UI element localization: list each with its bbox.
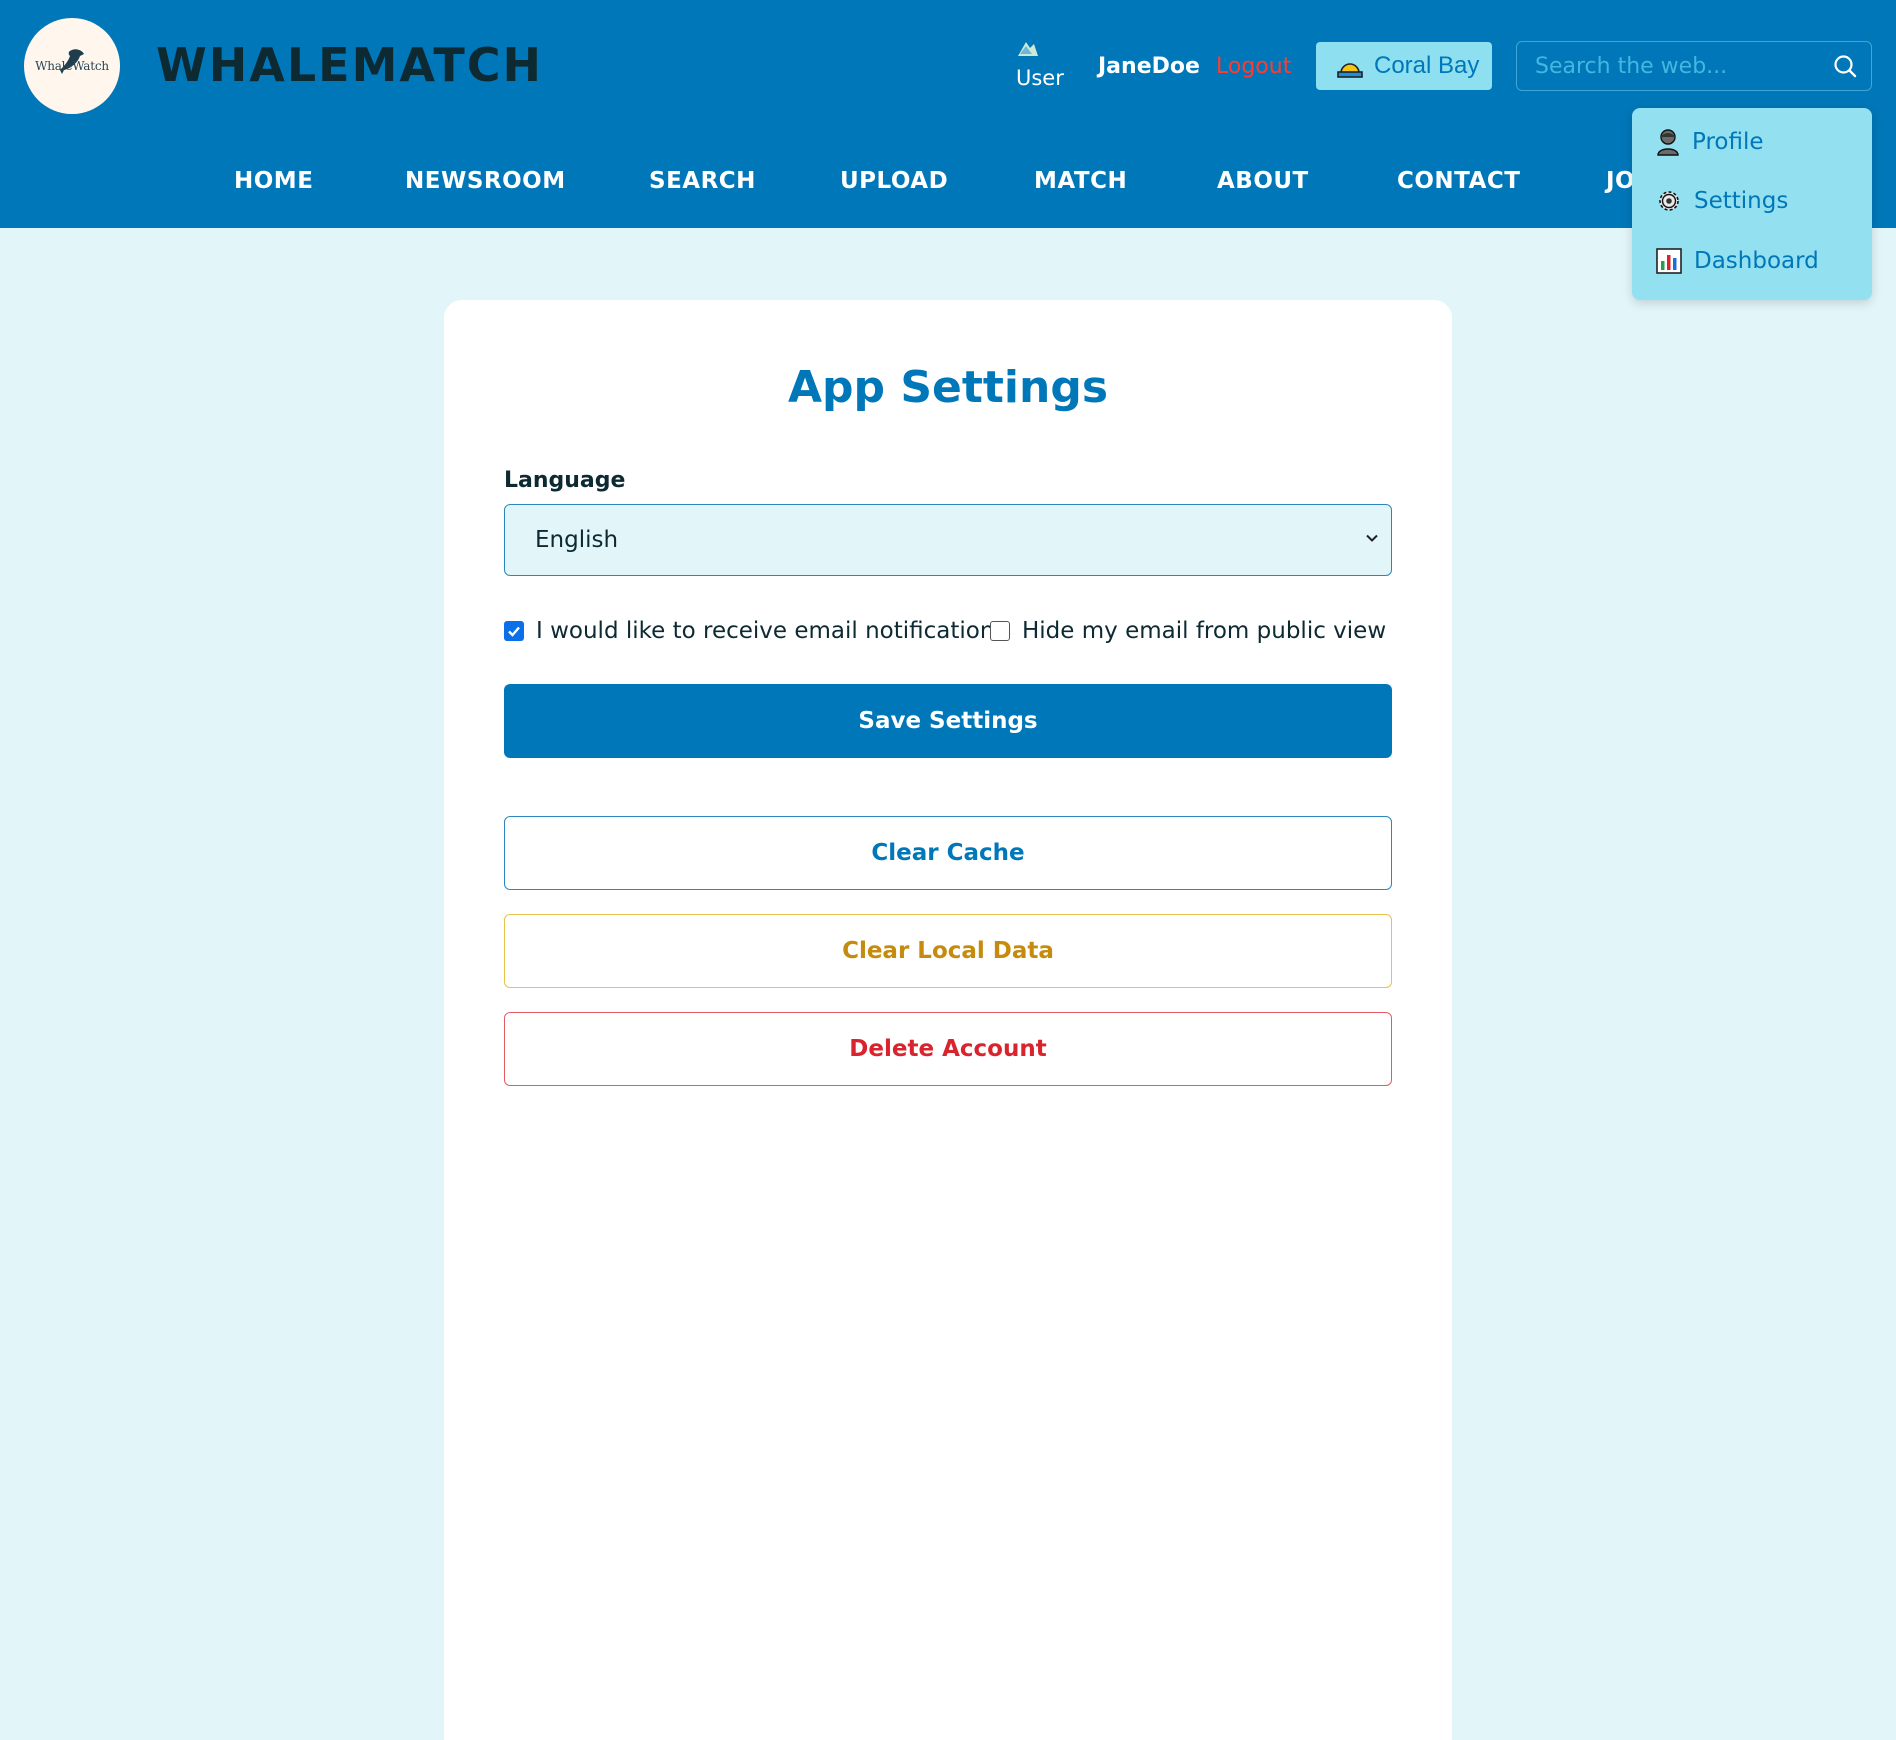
delete-account-button[interactable]: Delete Account [504,1012,1392,1086]
language-value: English [535,527,619,553]
gear-icon [1659,191,1679,211]
dropdown-item-settings[interactable]: Settings [1656,188,1788,214]
username: JaneDoe [1098,54,1200,79]
user-dropdown-menu: Profile Settings Dashboard [1632,108,1872,300]
dropdown-item-dashboard[interactable]: Dashboard [1656,248,1819,274]
nav-item-match[interactable]: MATCH [1034,168,1127,194]
logo[interactable]: WhaleWatch [24,18,120,114]
language-label: Language [504,468,626,493]
check-icon [508,626,520,637]
email-notifications-option: I would like to receive email notificati… [504,618,1006,644]
nav-item-search[interactable]: SEARCH [649,168,756,194]
nav-item-upload[interactable]: UPLOAD [840,168,948,194]
email-notifications-label: I would like to receive email notificati… [536,618,1007,644]
search-box [1516,41,1872,91]
search-icon[interactable] [1819,54,1871,78]
main-nav: HOME NEWSROOM SEARCH UPLOAD MATCH ABOUT … [0,160,1896,204]
hide-email-label: Hide my email from public view [1022,618,1387,644]
hide-email-checkbox[interactable] [990,621,1010,641]
location-label: Coral Bay [1374,52,1480,79]
dropdown-item-profile[interactable]: Profile [1656,128,1764,156]
language-select[interactable]: English [504,504,1392,576]
settings-card: App Settings Language English I would li… [444,300,1452,1740]
clear-cache-button[interactable]: Clear Cache [504,816,1392,890]
nav-item-contact[interactable]: CONTACT [1397,168,1520,194]
dropdown-item-label: Dashboard [1694,248,1819,274]
dropdown-item-label: Profile [1692,129,1764,155]
nav-item-truncated[interactable]: JO [1606,168,1635,194]
save-settings-button[interactable]: Save Settings [504,684,1392,758]
header: WhaleWatch WHALEMATCH User JaneDoe Logou… [0,0,1896,228]
logout-link[interactable]: Logout [1216,54,1291,79]
search-input[interactable] [1517,53,1819,79]
person-icon [1657,129,1679,156]
email-notifications-checkbox[interactable] [504,621,524,641]
bar-chart-icon [1656,248,1682,274]
hide-email-option: Hide my email from public view [990,618,1386,644]
chevron-down-icon [1366,534,1378,542]
logo-text: WhaleWatch [35,59,109,73]
page-title: App Settings [787,362,1109,413]
clear-local-data-button[interactable]: Clear Local Data [504,914,1392,988]
nav-item-newsroom[interactable]: NEWSROOM [405,168,566,194]
nav-item-home[interactable]: HOME [234,168,313,194]
user-avatar-alt-text: User [1016,66,1064,90]
dropdown-item-label: Settings [1694,188,1789,214]
location-button[interactable]: Coral Bay [1316,42,1492,90]
broken-image-icon [1018,42,1038,56]
sunset-icon [1337,63,1363,78]
nav-item-about[interactable]: ABOUT [1217,168,1309,194]
brand-title[interactable]: WHALEMATCH [156,38,543,92]
user-avatar[interactable]: User [1014,38,1064,94]
